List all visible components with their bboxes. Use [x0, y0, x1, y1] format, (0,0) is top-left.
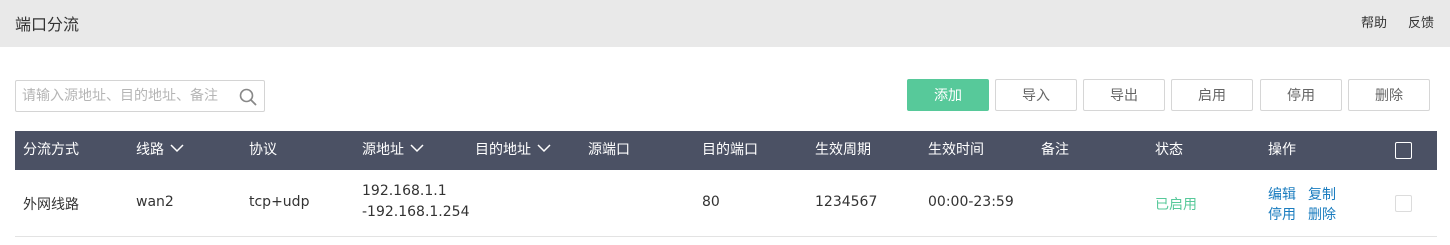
column-header-label: 操作 [1268, 142, 1296, 158]
edit-link[interactable]: 编辑 [1268, 184, 1296, 204]
column-header-label: 源端口 [588, 142, 630, 158]
cell-mode: 外网线路 [23, 197, 79, 213]
column-header-ops: 操作 [1268, 131, 1296, 170]
disable-link[interactable]: 停用 [1268, 204, 1296, 224]
cell-protocol: tcp+udp [249, 194, 310, 210]
column-header-label: 生效周期 [815, 142, 871, 158]
column-header-label: 目的地址 [475, 142, 531, 158]
column-header-remark: 备注 [1041, 131, 1069, 170]
search-input[interactable] [22, 81, 234, 111]
search-icon[interactable] [238, 87, 258, 107]
column-header-label: 目的端口 [702, 142, 758, 158]
cell-dst-port: 80 [702, 194, 720, 210]
column-header-label: 状态 [1155, 142, 1183, 158]
enable-button[interactable]: 启用 [1171, 79, 1253, 111]
top-bar: 端口分流 帮助 反馈 [0, 0, 1450, 47]
table-row: 外网线路 wan2 tcp+udp 192.168.1.1 -192.168.1… [15, 170, 1437, 237]
chevron-down-icon[interactable] [170, 144, 184, 153]
column-header-label: 源地址 [362, 142, 404, 158]
column-header-protocol: 协议 [249, 131, 277, 170]
status-badge: 已启用 [1155, 197, 1197, 213]
search-box [15, 80, 265, 112]
column-header-label: 生效时间 [928, 142, 984, 158]
add-button[interactable]: 添加 [907, 79, 989, 111]
table-header: 分流方式 线路 协议 源地址 目的地址 源端口 目的端口 生效周期 生效时间 备… [15, 131, 1437, 170]
cell-src-addr-end: -192.168.1.254 [362, 204, 470, 220]
disable-button[interactable]: 停用 [1260, 79, 1342, 111]
column-header-label: 线路 [136, 142, 164, 158]
import-button[interactable]: 导入 [995, 79, 1077, 111]
cell-period: 1234567 [815, 194, 878, 210]
column-header-period: 生效周期 [815, 131, 871, 170]
copy-link[interactable]: 复制 [1308, 184, 1336, 204]
column-header-time: 生效时间 [928, 131, 984, 170]
delete-button[interactable]: 删除 [1348, 79, 1430, 111]
page-title: 端口分流 [15, 15, 80, 34]
column-header-label: 协议 [249, 142, 277, 158]
chevron-down-icon[interactable] [410, 144, 424, 153]
cell-src-addr-start: 192.168.1.1 [362, 183, 447, 199]
column-header-label: 备注 [1041, 142, 1069, 158]
delete-link[interactable]: 删除 [1308, 204, 1336, 224]
column-header-dst-addr[interactable]: 目的地址 [475, 131, 551, 170]
select-all-checkbox[interactable] [1395, 142, 1412, 159]
row-checkbox[interactable] [1395, 195, 1412, 212]
cell-line: wan2 [136, 194, 174, 210]
column-header-src-port: 源端口 [588, 131, 630, 170]
column-header-status: 状态 [1155, 131, 1183, 170]
export-button[interactable]: 导出 [1083, 79, 1165, 111]
column-header-mode: 分流方式 [23, 131, 79, 170]
feedback-link[interactable]: 反馈 [1408, 12, 1434, 31]
column-header-src-addr[interactable]: 源地址 [362, 131, 424, 170]
help-link[interactable]: 帮助 [1361, 12, 1387, 31]
cell-time: 00:00-23:59 [928, 194, 1014, 210]
column-header-label: 分流方式 [23, 142, 79, 158]
column-header-line[interactable]: 线路 [136, 131, 184, 170]
chevron-down-icon[interactable] [537, 144, 551, 153]
column-header-dst-port: 目的端口 [702, 131, 758, 170]
